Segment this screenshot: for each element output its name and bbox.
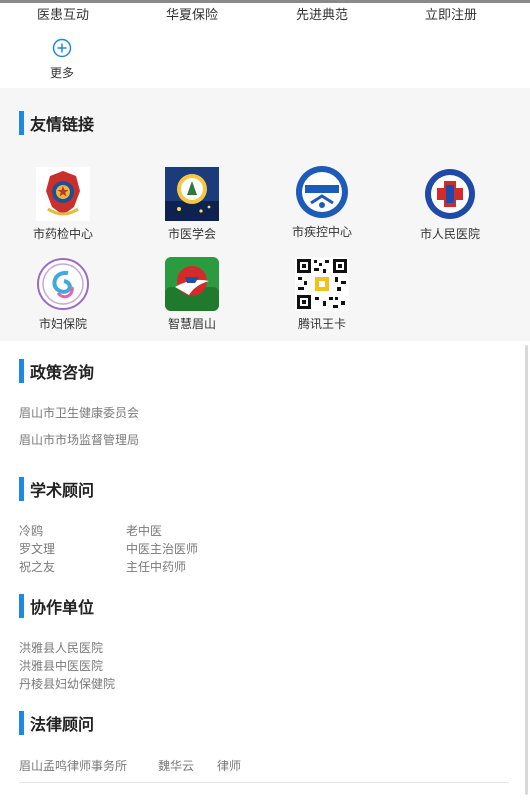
menu-link-exemplary[interactable]: 先进典范 (277, 4, 367, 23)
legal-header: 法律顾问 (19, 711, 94, 735)
advisor-name: 冷鸥 (19, 524, 44, 538)
section-accent-bar (19, 594, 24, 618)
academic-title: 学术顾问 (30, 481, 95, 500)
section-accent-bar (19, 111, 24, 135)
academic-header: 学术顾问 (19, 477, 94, 501)
bottom-divider (19, 782, 509, 783)
top-menu-area: 医患互动 华夏保险 先进典范 立即注册 更多 (0, 0, 530, 88)
medical-association-logo-icon (165, 167, 219, 221)
policy-link-health-commission[interactable]: 眉山市卫生健康委员会 (19, 404, 139, 421)
advisor-role: 中医主治医师 (126, 542, 199, 556)
top-divider (0, 0, 530, 3)
scrollbar[interactable] (525, 345, 528, 795)
hospital-logo-icon (423, 167, 477, 221)
friend-link-label: 市疾控中心 (291, 225, 352, 239)
policy-link-market-supervision[interactable]: 眉山市市场监督管理局 (19, 431, 139, 448)
friend-link-label: 市药检中心 (32, 227, 93, 241)
legal-firm: 眉山孟鸣律师事务所 (19, 759, 128, 773)
friend-link-maternal-health[interactable]: 市妇保院 (3, 257, 123, 332)
partner-item: 洪雅县人民医院 (19, 641, 104, 655)
plus-circle-icon (52, 38, 72, 58)
legal-title: 法律顾问 (30, 715, 95, 734)
partner-item: 洪雅县中医医院 (19, 659, 104, 673)
friend-link-tencent-card[interactable]: 腾讯王卡 (262, 257, 382, 332)
qr-code-icon (295, 257, 349, 311)
friend-link-smart-meishan[interactable]: 智慧眉山 (132, 257, 252, 332)
legal-role: 律师 (217, 759, 242, 773)
friend-link-medical-association[interactable]: 市医学会 (132, 167, 252, 242)
advisor-name: 罗文理 (19, 542, 56, 556)
friend-link-peoples-hospital[interactable]: 市人民医院 (390, 167, 510, 242)
partners-title: 协作单位 (30, 598, 95, 617)
menu-link-doctor-patient[interactable]: 医患互动 (18, 4, 108, 23)
police-emblem-logo-icon (36, 167, 90, 221)
advisor-role: 老中医 (126, 524, 163, 538)
section-accent-bar (19, 359, 24, 383)
friend-links-section: 友情链接 市药检中心 市医学会 市疾控中心 市人民医院 市妇保院 智慧眉山 腾讯… (0, 88, 530, 341)
friend-link-label: 智慧眉山 (167, 317, 216, 331)
friend-link-drug-inspection[interactable]: 市药检中心 (3, 167, 123, 242)
more-label: 更多 (49, 66, 74, 80)
section-accent-bar (19, 711, 24, 735)
partners-header: 协作单位 (19, 594, 94, 618)
legal-name: 魏华云 (158, 759, 195, 773)
policy-title: 政策咨询 (30, 363, 95, 382)
smart-meishan-app-icon (165, 257, 219, 311)
friend-links-title: 友情链接 (30, 115, 95, 134)
advisor-role: 主任中药师 (126, 560, 187, 574)
friend-link-label: 腾讯王卡 (297, 317, 346, 331)
friend-link-label: 市医学会 (167, 227, 216, 241)
menu-link-insurance[interactable]: 华夏保险 (147, 4, 237, 23)
advisor-name: 祝之友 (19, 560, 56, 574)
section-accent-bar (19, 477, 24, 501)
friend-link-label: 市人民医院 (419, 227, 480, 241)
friend-links-header: 友情链接 (19, 111, 94, 135)
partner-item: 丹棱县妇幼保健院 (19, 677, 116, 691)
more-button[interactable]: 更多 (40, 38, 84, 81)
friend-link-cdc[interactable]: 市疾控中心 (262, 165, 382, 240)
policy-header: 政策咨询 (19, 359, 94, 383)
cdc-logo-icon (295, 165, 349, 219)
menu-link-register[interactable]: 立即注册 (406, 4, 496, 23)
friend-link-label: 市妇保院 (38, 317, 87, 331)
maternal-health-logo-icon (36, 257, 90, 311)
